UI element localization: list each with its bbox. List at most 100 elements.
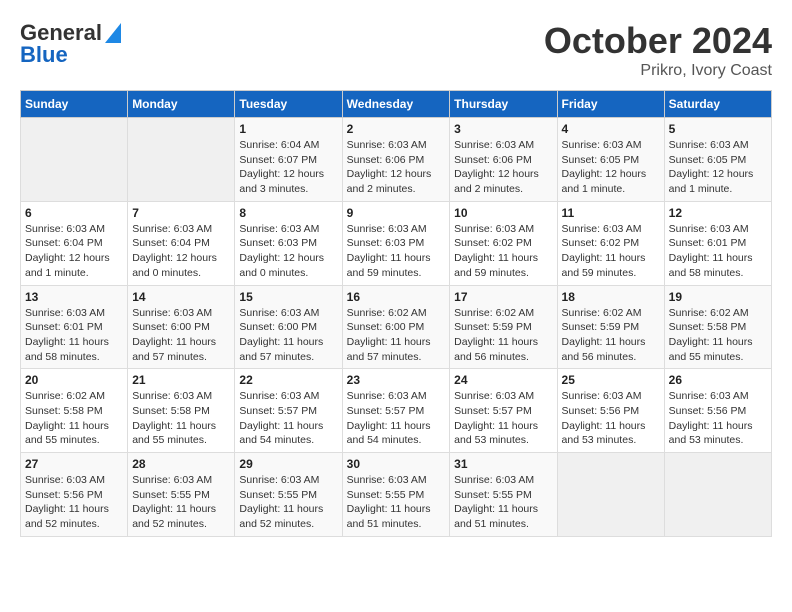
calendar-cell: 13 Sunrise: 6:03 AM Sunset: 6:01 PM Dayli… [21,285,128,369]
day-info: Sunrise: 6:03 AM Sunset: 5:56 PM Dayligh… [562,389,660,448]
calendar-cell: 21 Sunrise: 6:03 AM Sunset: 5:58 PM Dayli… [128,369,235,453]
day-number: 3 [454,122,552,136]
calendar-cell: 26 Sunrise: 6:03 AM Sunset: 5:56 PM Dayli… [664,369,771,453]
day-info: Sunrise: 6:03 AM Sunset: 6:02 PM Dayligh… [562,222,660,281]
day-number: 24 [454,373,552,387]
logo-arrow-icon [105,23,121,48]
day-info: Sunrise: 6:03 AM Sunset: 6:03 PM Dayligh… [239,222,337,281]
day-number: 11 [562,206,660,220]
day-info: Sunrise: 6:03 AM Sunset: 6:00 PM Dayligh… [239,306,337,365]
calendar-table: SundayMondayTuesdayWednesdayThursdayFrid… [20,90,772,537]
day-number: 4 [562,122,660,136]
calendar-header-row: SundayMondayTuesdayWednesdayThursdayFrid… [21,91,772,118]
day-info: Sunrise: 6:03 AM Sunset: 5:57 PM Dayligh… [454,389,552,448]
page-subtitle: Prikro, Ivory Coast [544,62,772,80]
day-info: Sunrise: 6:03 AM Sunset: 6:01 PM Dayligh… [669,222,767,281]
calendar-cell: 31 Sunrise: 6:03 AM Sunset: 5:55 PM Dayli… [450,453,557,537]
calendar-cell [21,118,128,202]
title-block: October 2024 Prikro, Ivory Coast [544,20,772,80]
day-number: 1 [239,122,337,136]
calendar-cell: 28 Sunrise: 6:03 AM Sunset: 5:55 PM Dayli… [128,453,235,537]
page-header: General Blue October 2024 Prikro, Ivory … [20,20,772,80]
day-number: 14 [132,290,230,304]
day-number: 20 [25,373,123,387]
calendar-week-5: 27 Sunrise: 6:03 AM Sunset: 5:56 PM Dayli… [21,453,772,537]
day-number: 23 [347,373,446,387]
day-number: 30 [347,457,446,471]
day-info: Sunrise: 6:03 AM Sunset: 5:56 PM Dayligh… [669,389,767,448]
calendar-cell [128,118,235,202]
day-info: Sunrise: 6:04 AM Sunset: 6:07 PM Dayligh… [239,138,337,197]
header-wednesday: Wednesday [342,91,450,118]
calendar-cell: 22 Sunrise: 6:03 AM Sunset: 5:57 PM Dayli… [235,369,342,453]
day-number: 22 [239,373,337,387]
calendar-cell: 20Sunrise: 6:02 AM Sunset: 5:58 PM Dayli… [21,369,128,453]
day-number: 31 [454,457,552,471]
day-info: Sunrise: 6:02 AM Sunset: 5:59 PM Dayligh… [454,306,552,365]
day-number: 5 [669,122,767,136]
day-info: Sunrise: 6:03 AM Sunset: 6:05 PM Dayligh… [562,138,660,197]
header-saturday: Saturday [664,91,771,118]
day-number: 27 [25,457,123,471]
calendar-cell: 4 Sunrise: 6:03 AM Sunset: 6:05 PM Daylig… [557,118,664,202]
day-number: 9 [347,206,446,220]
day-info: Sunrise: 6:03 AM Sunset: 5:55 PM Dayligh… [239,473,337,532]
day-info: Sunrise: 6:03 AM Sunset: 6:02 PM Dayligh… [454,222,552,281]
day-number: 13 [25,290,123,304]
day-number: 29 [239,457,337,471]
header-thursday: Thursday [450,91,557,118]
header-tuesday: Tuesday [235,91,342,118]
day-number: 7 [132,206,230,220]
day-info: Sunrise: 6:03 AM Sunset: 5:55 PM Dayligh… [347,473,446,532]
day-info: Sunrise: 6:03 AM Sunset: 6:01 PM Dayligh… [25,306,123,365]
calendar-cell: 5 Sunrise: 6:03 AM Sunset: 6:05 PM Daylig… [664,118,771,202]
day-number: 10 [454,206,552,220]
calendar-cell: 7 Sunrise: 6:03 AM Sunset: 6:04 PM Daylig… [128,201,235,285]
calendar-cell: 3 Sunrise: 6:03 AM Sunset: 6:06 PM Daylig… [450,118,557,202]
day-number: 25 [562,373,660,387]
calendar-cell: 1 Sunrise: 6:04 AM Sunset: 6:07 PM Daylig… [235,118,342,202]
calendar-cell [557,453,664,537]
calendar-cell: 11 Sunrise: 6:03 AM Sunset: 6:02 PM Dayli… [557,201,664,285]
day-info: Sunrise: 6:03 AM Sunset: 5:58 PM Dayligh… [132,389,230,448]
day-info: Sunrise: 6:03 AM Sunset: 6:05 PM Dayligh… [669,138,767,197]
calendar-week-3: 13 Sunrise: 6:03 AM Sunset: 6:01 PM Dayli… [21,285,772,369]
calendar-week-1: 1 Sunrise: 6:04 AM Sunset: 6:07 PM Daylig… [21,118,772,202]
day-info: Sunrise: 6:03 AM Sunset: 6:03 PM Dayligh… [347,222,446,281]
header-monday: Monday [128,91,235,118]
day-number: 28 [132,457,230,471]
day-number: 16 [347,290,446,304]
calendar-cell: 17 Sunrise: 6:02 AM Sunset: 5:59 PM Dayli… [450,285,557,369]
calendar-cell: 29 Sunrise: 6:03 AM Sunset: 5:55 PM Dayli… [235,453,342,537]
calendar-cell: 15Sunrise: 6:03 AM Sunset: 6:00 PM Dayli… [235,285,342,369]
day-number: 17 [454,290,552,304]
calendar-week-2: 6 Sunrise: 6:03 AM Sunset: 6:04 PM Daylig… [21,201,772,285]
day-number: 21 [132,373,230,387]
logo: General Blue [20,20,121,68]
calendar-cell: 2Sunrise: 6:03 AM Sunset: 6:06 PM Daylig… [342,118,450,202]
calendar-cell: 19Sunrise: 6:02 AM Sunset: 5:58 PM Dayli… [664,285,771,369]
day-number: 26 [669,373,767,387]
calendar-cell: 12 Sunrise: 6:03 AM Sunset: 6:01 PM Dayli… [664,201,771,285]
calendar-cell: 23 Sunrise: 6:03 AM Sunset: 5:57 PM Dayli… [342,369,450,453]
calendar-cell: 6 Sunrise: 6:03 AM Sunset: 6:04 PM Daylig… [21,201,128,285]
day-info: Sunrise: 6:03 AM Sunset: 5:57 PM Dayligh… [347,389,446,448]
calendar-cell: 27 Sunrise: 6:03 AM Sunset: 5:56 PM Dayli… [21,453,128,537]
calendar-cell: 30 Sunrise: 6:03 AM Sunset: 5:55 PM Dayli… [342,453,450,537]
day-info: Sunrise: 6:03 AM Sunset: 5:55 PM Dayligh… [132,473,230,532]
day-info: Sunrise: 6:03 AM Sunset: 6:04 PM Dayligh… [25,222,123,281]
day-info: Sunrise: 6:03 AM Sunset: 5:55 PM Dayligh… [454,473,552,532]
day-number: 12 [669,206,767,220]
calendar-cell: 25 Sunrise: 6:03 AM Sunset: 5:56 PM Dayli… [557,369,664,453]
calendar-cell: 24 Sunrise: 6:03 AM Sunset: 5:57 PM Dayli… [450,369,557,453]
header-friday: Friday [557,91,664,118]
calendar-cell: 9 Sunrise: 6:03 AM Sunset: 6:03 PM Daylig… [342,201,450,285]
day-info: Sunrise: 6:03 AM Sunset: 6:06 PM Dayligh… [454,138,552,197]
day-info: Sunrise: 6:03 AM Sunset: 6:04 PM Dayligh… [132,222,230,281]
day-number: 6 [25,206,123,220]
day-info: Sunrise: 6:02 AM Sunset: 6:00 PM Dayligh… [347,306,446,365]
day-info: Sunrise: 6:03 AM Sunset: 5:56 PM Dayligh… [25,473,123,532]
day-number: 18 [562,290,660,304]
day-info: Sunrise: 6:03 AM Sunset: 5:57 PM Dayligh… [239,389,337,448]
calendar-week-4: 20Sunrise: 6:02 AM Sunset: 5:58 PM Dayli… [21,369,772,453]
